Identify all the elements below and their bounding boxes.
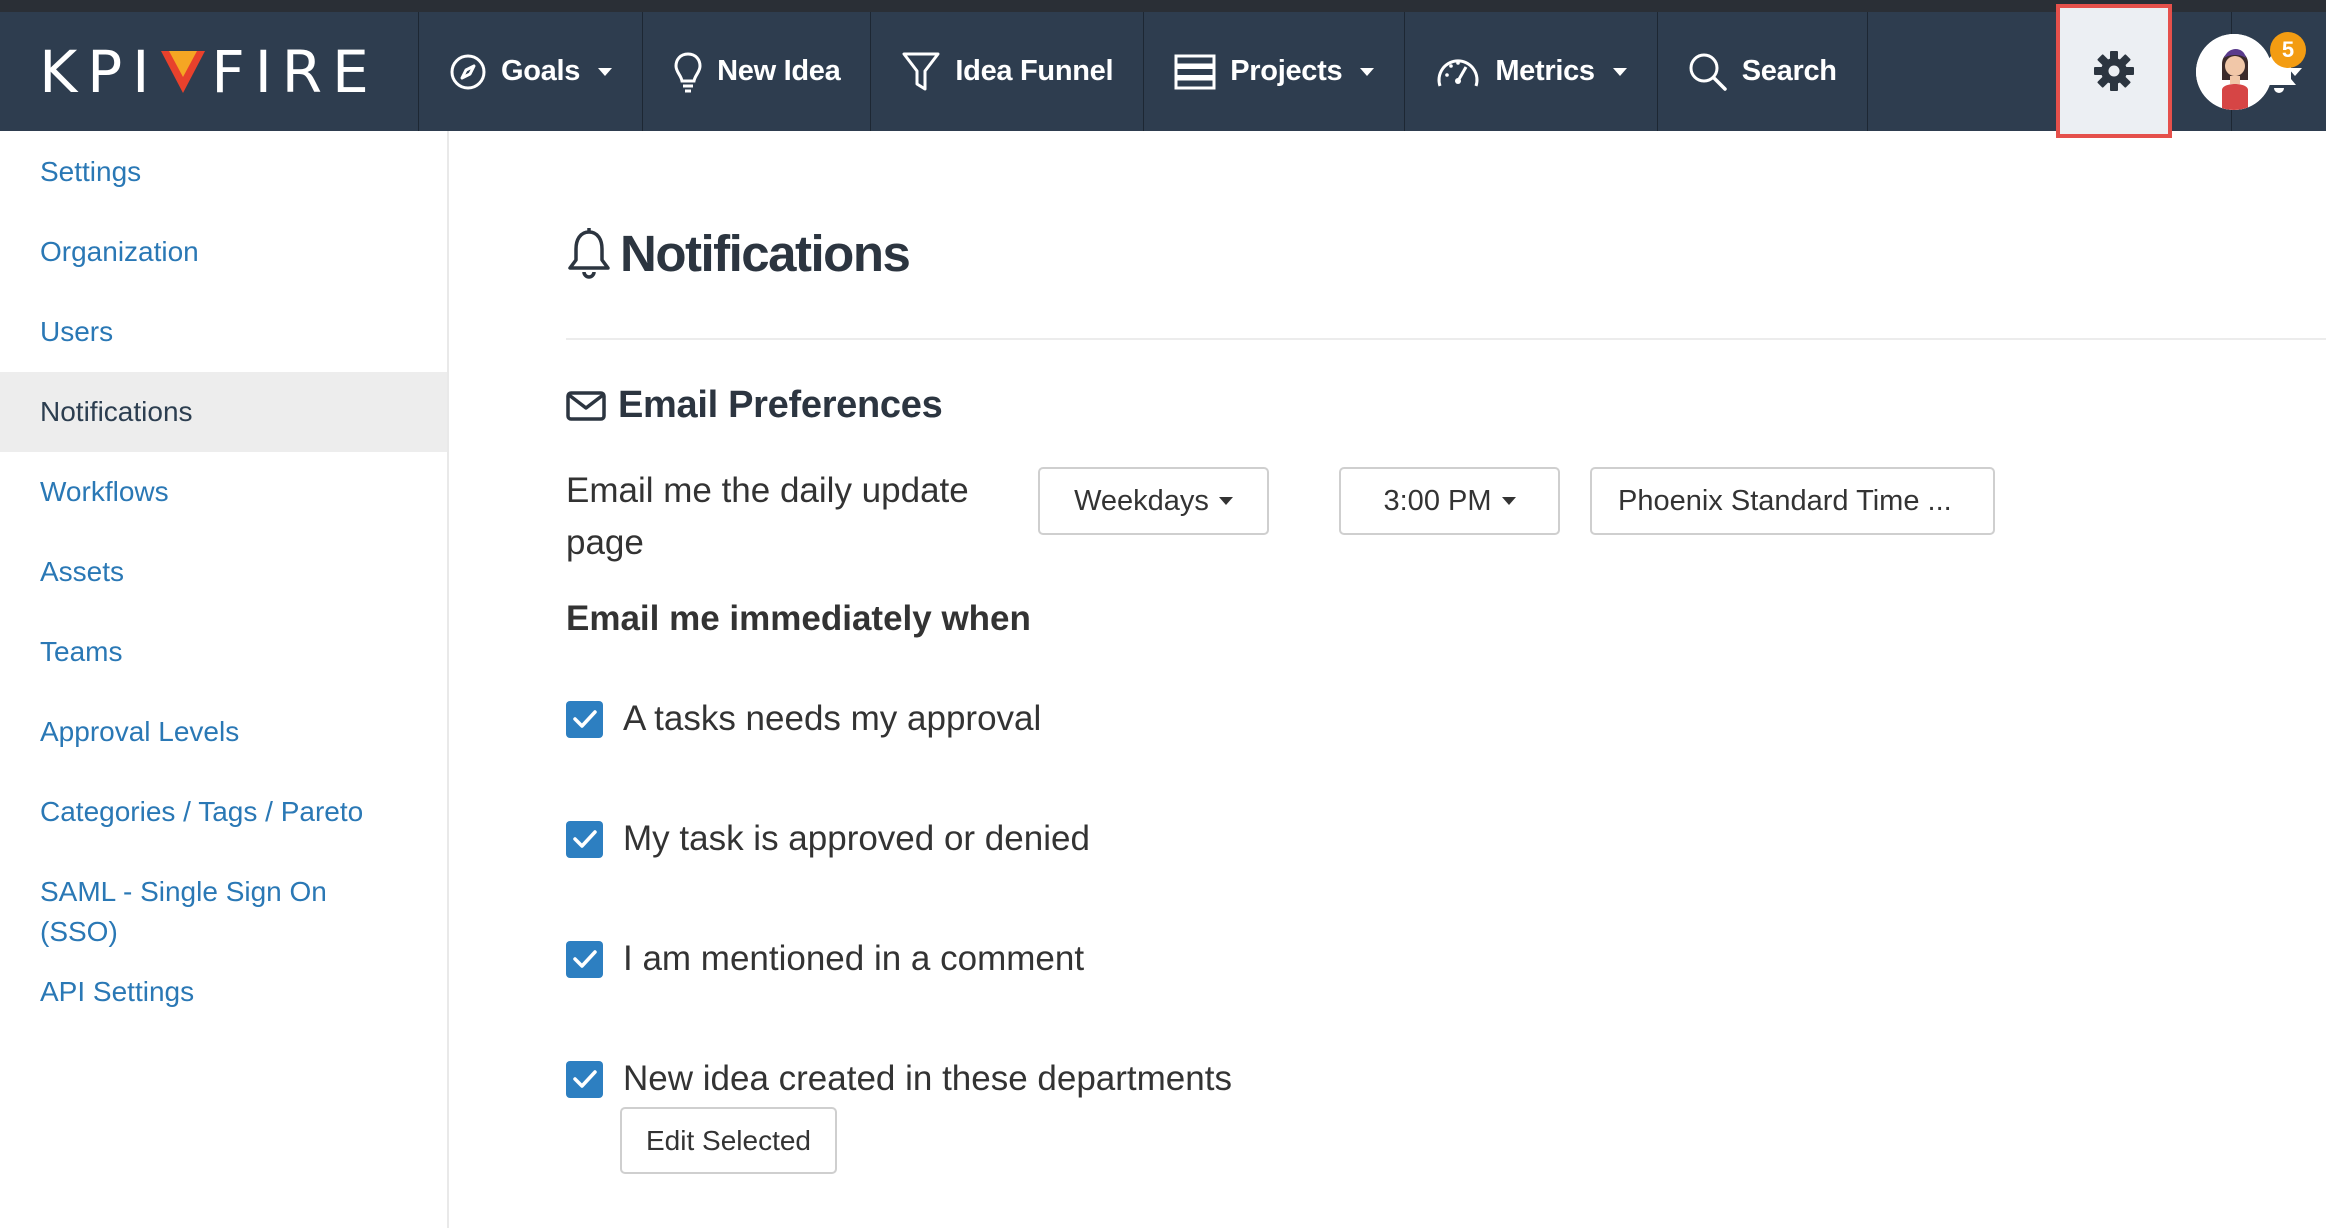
sidebar-item-assets[interactable]: Assets: [0, 532, 447, 612]
nav-idea-funnel[interactable]: Idea Funnel: [871, 12, 1145, 131]
nav-goals-label: Goals: [501, 55, 581, 87]
days-dropdown-value: Weekdays: [1074, 484, 1209, 517]
nav-new-idea-label: New Idea: [717, 55, 841, 87]
sidebar-item-api-settings[interactable]: API Settings: [0, 952, 447, 1032]
mentioned-checkbox[interactable]: [566, 940, 603, 978]
sidebar-item-settings[interactable]: Settings: [0, 132, 447, 212]
page-title: Notifications: [566, 221, 2326, 285]
task-approved-denied-label: My task is approved or denied: [623, 819, 1090, 858]
settings-sidebar: Settings Organization Users Notification…: [0, 131, 449, 1228]
user-avatar-illustration: [2196, 33, 2272, 110]
sidebar-item-notifications[interactable]: Notifications: [0, 372, 447, 452]
checkmark-icon: [572, 1070, 597, 1088]
nav-idea-funnel-label: Idea Funnel: [955, 55, 1114, 87]
timezone-dropdown[interactable]: Phoenix Standard Time ...: [1590, 467, 1995, 535]
task-approval-checkbox[interactable]: [566, 700, 603, 738]
daily-update-label: Email me the daily update page: [566, 471, 969, 562]
email-preferences-heading: Email Preferences: [566, 384, 943, 427]
check-row-new-idea-departments[interactable]: New idea created in these departments: [566, 1059, 1232, 1099]
logo-flame-icon: [161, 50, 206, 93]
avatar[interactable]: [2196, 33, 2272, 110]
task-approved-denied-checkbox[interactable]: [566, 820, 603, 858]
gauge-icon: [1437, 58, 1479, 86]
sidebar-item-approval-levels[interactable]: Approval Levels: [0, 692, 447, 772]
section-divider: [566, 338, 2326, 340]
page-title-text: Notifications: [620, 224, 911, 282]
sidebar-item-teams[interactable]: Teams: [0, 612, 447, 692]
nav-metrics[interactable]: Metrics: [1405, 12, 1658, 131]
mentioned-label: I am mentioned in a comment: [623, 939, 1085, 978]
check-row-task-approved-denied[interactable]: My task is approved or denied: [566, 819, 1090, 859]
days-dropdown[interactable]: Weekdays: [1038, 467, 1269, 535]
chevron-down-icon: [1501, 497, 1516, 505]
sidebar-item-users[interactable]: Users: [0, 292, 447, 372]
email-preferences-title: Email Preferences: [618, 384, 943, 426]
nav-search-label: Search: [1741, 55, 1837, 87]
compass-icon: [450, 54, 486, 89]
nav-projects-label: Projects: [1230, 55, 1343, 87]
sidebar-item-workflows[interactable]: Workflows: [0, 452, 447, 532]
notifications-panel: Notifications Email Preferences Email me…: [566, 131, 2326, 1174]
edit-selected-button[interactable]: Edit Selected: [620, 1107, 837, 1174]
time-dropdown-value: 3:00 PM: [1383, 484, 1492, 517]
nav-goals[interactable]: Goals: [419, 12, 644, 131]
envelope-icon: [566, 390, 606, 421]
search-icon: [1689, 53, 1727, 91]
chevron-down-icon: [1612, 67, 1627, 76]
checkmark-icon: [572, 830, 597, 848]
new-idea-departments-checkbox[interactable]: [566, 1060, 603, 1098]
chevron-down-icon: [598, 67, 613, 76]
chevron-down-icon: [2288, 67, 2302, 76]
logo-text-right: FIRE: [211, 37, 379, 106]
sidebar-item-categories-tags-pareto[interactable]: Categories / Tags / Pareto: [0, 772, 447, 852]
funnel-icon: [902, 52, 940, 90]
sidebar-item-organization[interactable]: Organization: [0, 212, 447, 292]
nav-search[interactable]: Search: [1658, 12, 1868, 131]
check-row-mentioned[interactable]: I am mentioned in a comment: [566, 939, 1084, 979]
time-dropdown[interactable]: 3:00 PM: [1339, 467, 1560, 535]
check-row-task-approval[interactable]: A tasks needs my approval: [566, 699, 1041, 739]
chevron-down-icon: [1360, 67, 1375, 76]
email-immediately-heading: Email me immediately when: [566, 599, 1031, 638]
projects-grid-icon: [1174, 54, 1216, 89]
chevron-down-icon: [1218, 497, 1233, 505]
logo-text-left: KPI: [39, 37, 160, 106]
nav-projects[interactable]: Projects: [1144, 12, 1406, 131]
nav-metrics-label: Metrics: [1495, 55, 1595, 87]
nav-new-idea[interactable]: New Idea: [643, 12, 872, 131]
user-menu[interactable]: [2190, 12, 2326, 131]
checkmark-icon: [572, 950, 597, 968]
top-navbar: KPI FIRE Goals New Idea Idea Funnel Proj…: [0, 0, 2326, 131]
nav-spacer: [1868, 12, 2232, 131]
timezone-dropdown-value: Phoenix Standard Time ...: [1618, 484, 1952, 517]
kpifire-logo[interactable]: KPI FIRE: [0, 12, 419, 131]
settings-gear-button[interactable]: [2056, 4, 2172, 138]
task-approval-label: A tasks needs my approval: [623, 699, 1042, 738]
bell-outline-icon: [568, 228, 610, 279]
checkmark-icon: [572, 710, 597, 728]
lightbulb-icon: [674, 51, 702, 92]
new-idea-departments-label: New idea created in these departments: [623, 1059, 1232, 1098]
gear-icon: [2094, 51, 2134, 91]
